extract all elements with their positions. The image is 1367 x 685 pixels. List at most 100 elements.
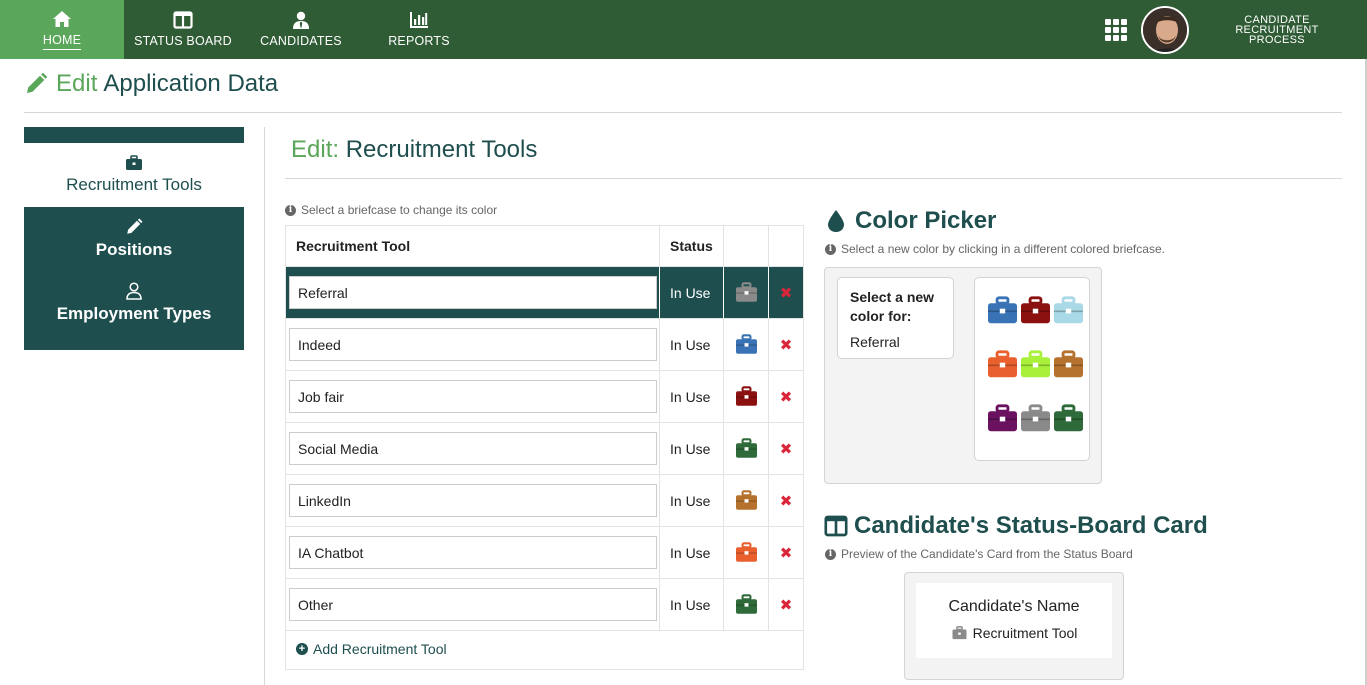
- pencil-icon: [127, 218, 143, 234]
- status-board-card-preview: Candidate's Name Recruitment Tool: [904, 572, 1124, 680]
- section-title: Edit: Recruitment Tools: [291, 136, 537, 164]
- briefcase-color-button[interactable]: [724, 267, 769, 318]
- table-hint: i Select a briefcase to change its color: [285, 203, 497, 217]
- nav-status-board-label: STATUS BOARD: [134, 34, 232, 48]
- delete-button[interactable]: ✖: [769, 579, 803, 630]
- delete-button[interactable]: ✖: [769, 423, 803, 474]
- briefcase-icon: [126, 155, 142, 170]
- tool-name-input[interactable]: [289, 276, 657, 309]
- page-title-rest: Application Data: [103, 70, 279, 97]
- briefcase-color-button[interactable]: [724, 423, 769, 474]
- tool-name-cell: [286, 319, 660, 370]
- table-row[interactable]: In Use ✖: [286, 579, 803, 631]
- delete-button[interactable]: ✖: [769, 267, 803, 318]
- tool-name-input[interactable]: [289, 588, 657, 621]
- delete-button[interactable]: ✖: [769, 371, 803, 422]
- apps-grid-icon[interactable]: [1105, 18, 1127, 41]
- briefcase-icon: [734, 386, 759, 407]
- briefcase-icon: [986, 404, 1019, 433]
- briefcase-icon: [734, 438, 759, 459]
- brand-line-2: PROCESS: [1249, 33, 1305, 46]
- vertical-divider: [264, 127, 265, 685]
- candidate-name: Candidate's Name: [948, 598, 1080, 615]
- sidebar-item-positions[interactable]: Positions: [24, 218, 244, 260]
- add-recruitment-tool-button[interactable]: + Add Recruitment Tool: [286, 631, 803, 667]
- tool-name-input[interactable]: [289, 432, 657, 465]
- status-cell: In Use: [660, 579, 724, 630]
- briefcase-color-button[interactable]: [724, 579, 769, 630]
- tool-name-input[interactable]: [289, 380, 657, 413]
- table-row[interactable]: In Use ✖: [286, 319, 803, 371]
- briefcase-icon: [734, 282, 759, 303]
- color-swatch[interactable]: [986, 296, 1019, 325]
- sidebar-item-recruitment-tools[interactable]: Recruitment Tools: [24, 143, 244, 207]
- nav-candidates[interactable]: CANDIDATES: [242, 0, 360, 59]
- status-cell: In Use: [660, 371, 724, 422]
- candidate-card: Candidate's Name Recruitment Tool: [916, 583, 1112, 658]
- user-icon: [126, 282, 142, 300]
- table-row[interactable]: In Use ✖: [286, 371, 803, 423]
- color-swatch[interactable]: [1019, 404, 1052, 433]
- color-swatches: [974, 277, 1090, 461]
- briefcase-icon: [986, 350, 1019, 379]
- status-cell: In Use: [660, 423, 724, 474]
- table-row[interactable]: In Use ✖: [286, 423, 803, 475]
- briefcase-icon: [1052, 404, 1085, 433]
- status-cell: In Use: [660, 475, 724, 526]
- candidate-tool-label: Recruitment Tool: [972, 625, 1078, 641]
- color-swatch[interactable]: [1052, 404, 1085, 433]
- avatar[interactable]: [1141, 5, 1189, 54]
- sidebar-item-label: Positions: [95, 240, 173, 259]
- table-row[interactable]: In Use ✖: [286, 267, 803, 319]
- delete-button[interactable]: ✖: [769, 319, 803, 370]
- table-row[interactable]: In Use ✖: [286, 475, 803, 527]
- table-row[interactable]: In Use ✖: [286, 527, 803, 579]
- nav-status-board[interactable]: STATUS BOARD: [124, 0, 242, 59]
- nav-home[interactable]: HOME: [0, 0, 124, 59]
- color-swatch[interactable]: [1019, 296, 1052, 325]
- divider: [285, 178, 1342, 179]
- tool-name-cell: [286, 267, 660, 318]
- briefcase-color-button[interactable]: [724, 319, 769, 370]
- select-color-label: Select a new color for:: [850, 289, 935, 324]
- selected-tool-name: Referral: [850, 334, 900, 350]
- brand-line-1: CANDIDATE RECRUITMENT: [1235, 13, 1319, 36]
- color-swatch[interactable]: [986, 404, 1019, 433]
- briefcase-color-button[interactable]: [724, 475, 769, 526]
- close-icon: ✖: [779, 388, 793, 406]
- tool-name-input[interactable]: [289, 536, 657, 569]
- plus-circle-icon: +: [296, 643, 308, 655]
- tool-name-cell: [286, 423, 660, 474]
- briefcase-icon: [734, 334, 759, 355]
- page-title: Edit Application Data: [24, 70, 278, 98]
- color-swatch[interactable]: [986, 350, 1019, 379]
- color-picker-hint-text: Select a new color by clicking in a diff…: [841, 242, 1165, 256]
- briefcase-color-button[interactable]: [724, 371, 769, 422]
- briefcase-color-button[interactable]: [724, 527, 769, 578]
- sidebar-item-employment-types[interactable]: Employment Types: [24, 282, 244, 324]
- color-swatch[interactable]: [1052, 296, 1085, 325]
- briefcase-icon: [734, 542, 759, 563]
- close-icon: ✖: [779, 596, 793, 614]
- tool-name-input[interactable]: [289, 328, 657, 361]
- nav-reports[interactable]: REPORTS: [360, 0, 478, 59]
- sidebar: Recruitment Tools Positions Employment T…: [24, 127, 244, 350]
- divider: [24, 112, 1342, 113]
- user-photo-icon: [1143, 7, 1187, 52]
- briefcase-icon: [1019, 350, 1052, 379]
- tool-name-cell: [286, 371, 660, 422]
- tool-name-input[interactable]: [289, 484, 657, 517]
- delete-button[interactable]: ✖: [769, 527, 803, 578]
- sidebar-item-label: Employment Types: [56, 304, 212, 323]
- color-picker-hint: i Select a new color by clicking in a di…: [825, 242, 1165, 256]
- add-recruitment-tool-label: Add Recruitment Tool: [313, 641, 447, 657]
- color-swatch[interactable]: [1019, 350, 1052, 379]
- close-icon: ✖: [779, 440, 793, 458]
- delete-button[interactable]: ✖: [769, 475, 803, 526]
- color-swatch[interactable]: [1052, 350, 1085, 379]
- tool-name-cell: [286, 527, 660, 578]
- briefcase-icon: [1019, 296, 1052, 325]
- bar-chart-icon: [410, 12, 428, 28]
- status-board-card-hint-text: Preview of the Candidate's Card from the…: [841, 547, 1133, 561]
- sidebar-item-label: Recruitment Tools: [66, 175, 202, 194]
